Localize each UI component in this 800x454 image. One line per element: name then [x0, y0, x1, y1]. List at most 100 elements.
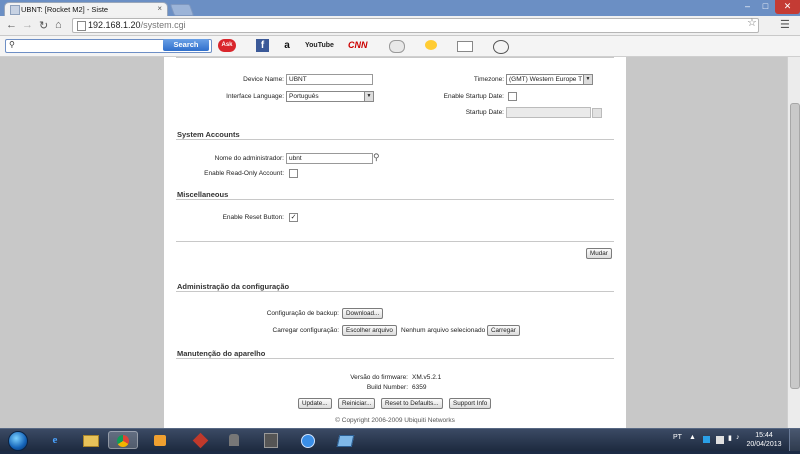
admin-name-label: Nome do administrador: [214, 155, 284, 162]
build-number-value: 6359 [412, 384, 427, 391]
bookmark-star-icon[interactable]: ☆ [747, 16, 757, 29]
new-tab-button[interactable] [169, 4, 195, 16]
clock-date: 20/04/2013 [746, 441, 782, 448]
action-center-icon[interactable] [716, 436, 724, 444]
volume-icon[interactable]: ♪ [736, 434, 740, 441]
system-clock[interactable]: 15:44 20/04/2013 [744, 431, 784, 449]
interface-language-label: Interface Language: [226, 93, 284, 100]
address-url: 192.168.1.20/system.cgi [88, 20, 186, 30]
cnn-icon[interactable]: CNN [348, 39, 376, 52]
chrome-taskbar-icon[interactable] [108, 431, 138, 449]
settings-panel: Device Name: UBNT Interface Language: Po… [164, 57, 626, 428]
back-arrow-icon[interactable]: ← [6, 19, 17, 31]
upload-config-label: Carregar configuração: [272, 327, 339, 334]
addon-toolbar: ⚲ Search Ask f a YouTube CNN [0, 36, 800, 57]
page-favicon-icon [10, 5, 20, 15]
dropdown-arrow-icon: ▼ [364, 92, 373, 101]
page-viewport: Device Name: UBNT Interface Language: Po… [0, 57, 787, 428]
addon-search-button[interactable]: Search [163, 39, 209, 51]
key-search-icon[interactable]: ⚲ [373, 152, 380, 163]
support-info-button[interactable]: Support Info [449, 398, 492, 409]
readonly-account-label: Enable Read-Only Account: [204, 170, 284, 177]
section-divider [176, 199, 614, 200]
startup-date-label: Startup Date: [465, 109, 504, 116]
calendar-icon[interactable] [592, 108, 602, 118]
section-divider [176, 139, 614, 140]
section-divider [176, 291, 614, 292]
browser-toolbar: ← → ↻ ⌂ 192.168.1.20/system.cgi [0, 16, 800, 36]
miscellaneous-title: Miscellaneous [177, 190, 229, 199]
facebook-icon[interactable]: f [256, 39, 269, 52]
section-divider [176, 57, 614, 58]
system-accounts-title: System Accounts [177, 130, 240, 139]
language-indicator[interactable]: PT [673, 434, 682, 441]
section-divider [176, 358, 614, 359]
reload-icon[interactable]: ↻ [39, 19, 48, 32]
ask-icon[interactable]: Ask [218, 39, 236, 52]
interface-language-select[interactable]: Português ▼ [286, 91, 374, 102]
enable-startup-date-checkbox[interactable] [508, 92, 517, 101]
section-divider [176, 241, 614, 242]
mail-icon[interactable] [457, 41, 473, 52]
network-tray-icon[interactable]: ▮ [728, 434, 732, 442]
radio-icon[interactable] [493, 40, 509, 54]
maintenance-title: Manutenção do aparelho [177, 349, 266, 358]
tab-title: UBNT: [Rocket M2] - Siste [21, 5, 109, 14]
choose-file-button[interactable]: Escolher arquivo [342, 325, 397, 336]
download-button[interactable]: Download... [342, 308, 384, 319]
window-maximize-button[interactable]: □ [757, 0, 774, 14]
config-admin-title: Administração da configuração [177, 282, 290, 291]
browser-title-bar: UBNT: [Rocket M2] - Siste × – □ ✕ [0, 0, 800, 16]
virtualbox-icon[interactable] [330, 431, 360, 449]
game-icon[interactable] [219, 431, 249, 449]
home-icon[interactable]: ⌂ [55, 19, 62, 31]
reboot-button[interactable]: Reiniciar... [338, 398, 376, 409]
window-close-button[interactable]: ✕ [775, 0, 800, 14]
forward-arrow-icon[interactable]: → [22, 19, 33, 31]
tray-app-icon[interactable] [703, 436, 710, 443]
upload-button[interactable]: Carregar [487, 325, 520, 336]
enable-reset-button-checkbox[interactable]: ✓ [289, 213, 298, 222]
show-desktop-button[interactable] [789, 429, 800, 451]
tab-close-icon[interactable]: × [157, 4, 162, 13]
startup-date-input[interactable] [506, 107, 591, 118]
address-bar[interactable]: 192.168.1.20/system.cgi [72, 18, 759, 33]
page-icon [77, 21, 86, 31]
change-button[interactable]: Mudar [586, 248, 612, 259]
firmware-label: Versão do firmware: [350, 374, 408, 381]
enable-reset-button-label: Enable Reset Button: [222, 214, 284, 221]
window-minimize-button[interactable]: – [739, 0, 756, 14]
scrollbar-thumb[interactable] [790, 103, 800, 389]
device-name-label: Device Name: [243, 76, 284, 83]
dropdown-arrow-icon: ▼ [583, 75, 592, 84]
wrench-menu-icon[interactable]: ☰ [780, 18, 790, 31]
game-2-icon[interactable] [256, 431, 286, 449]
youtube-icon[interactable]: YouTube [305, 39, 337, 52]
backup-config-label: Configuração de backup: [266, 310, 339, 317]
ladybug-icon[interactable] [389, 40, 405, 53]
update-firmware-button[interactable]: Update... [298, 398, 332, 409]
search-icon: ⚲ [9, 40, 15, 49]
readonly-account-checkbox[interactable] [289, 169, 298, 178]
clock-time: 15:44 [755, 432, 773, 439]
no-file-selected-text: Nenhum arquivo selecionado [401, 327, 486, 334]
file-explorer-icon[interactable] [76, 431, 106, 449]
timezone-label: Timezone: [473, 76, 504, 83]
network-app-icon[interactable] [293, 431, 323, 449]
internet-explorer-icon[interactable]: e [40, 431, 70, 449]
windows-taskbar: e PT ▲ ▮ ♪ 15:44 20/04/2013 [0, 428, 800, 451]
start-button-icon[interactable] [8, 431, 28, 451]
media-player-icon[interactable] [145, 431, 175, 449]
reset-defaults-button[interactable]: Reset to Defaults... [381, 398, 443, 409]
amazon-icon[interactable]: a [281, 39, 293, 52]
admin-name-input[interactable]: ubnt [286, 153, 373, 164]
device-name-input[interactable]: UBNT [286, 74, 373, 85]
weather-icon[interactable] [425, 40, 437, 50]
firmware-value: XM.v5.2.1 [412, 374, 442, 381]
browser-tab[interactable]: UBNT: [Rocket M2] - Siste × [4, 2, 168, 16]
build-number-label: Build Number: [366, 384, 408, 391]
app-cube-icon[interactable] [185, 431, 215, 449]
enable-startup-date-label: Enable Startup Date: [443, 93, 504, 100]
tray-expand-icon[interactable]: ▲ [689, 434, 696, 441]
timezone-select[interactable]: (GMT) Western Europe T ▼ [506, 74, 593, 85]
